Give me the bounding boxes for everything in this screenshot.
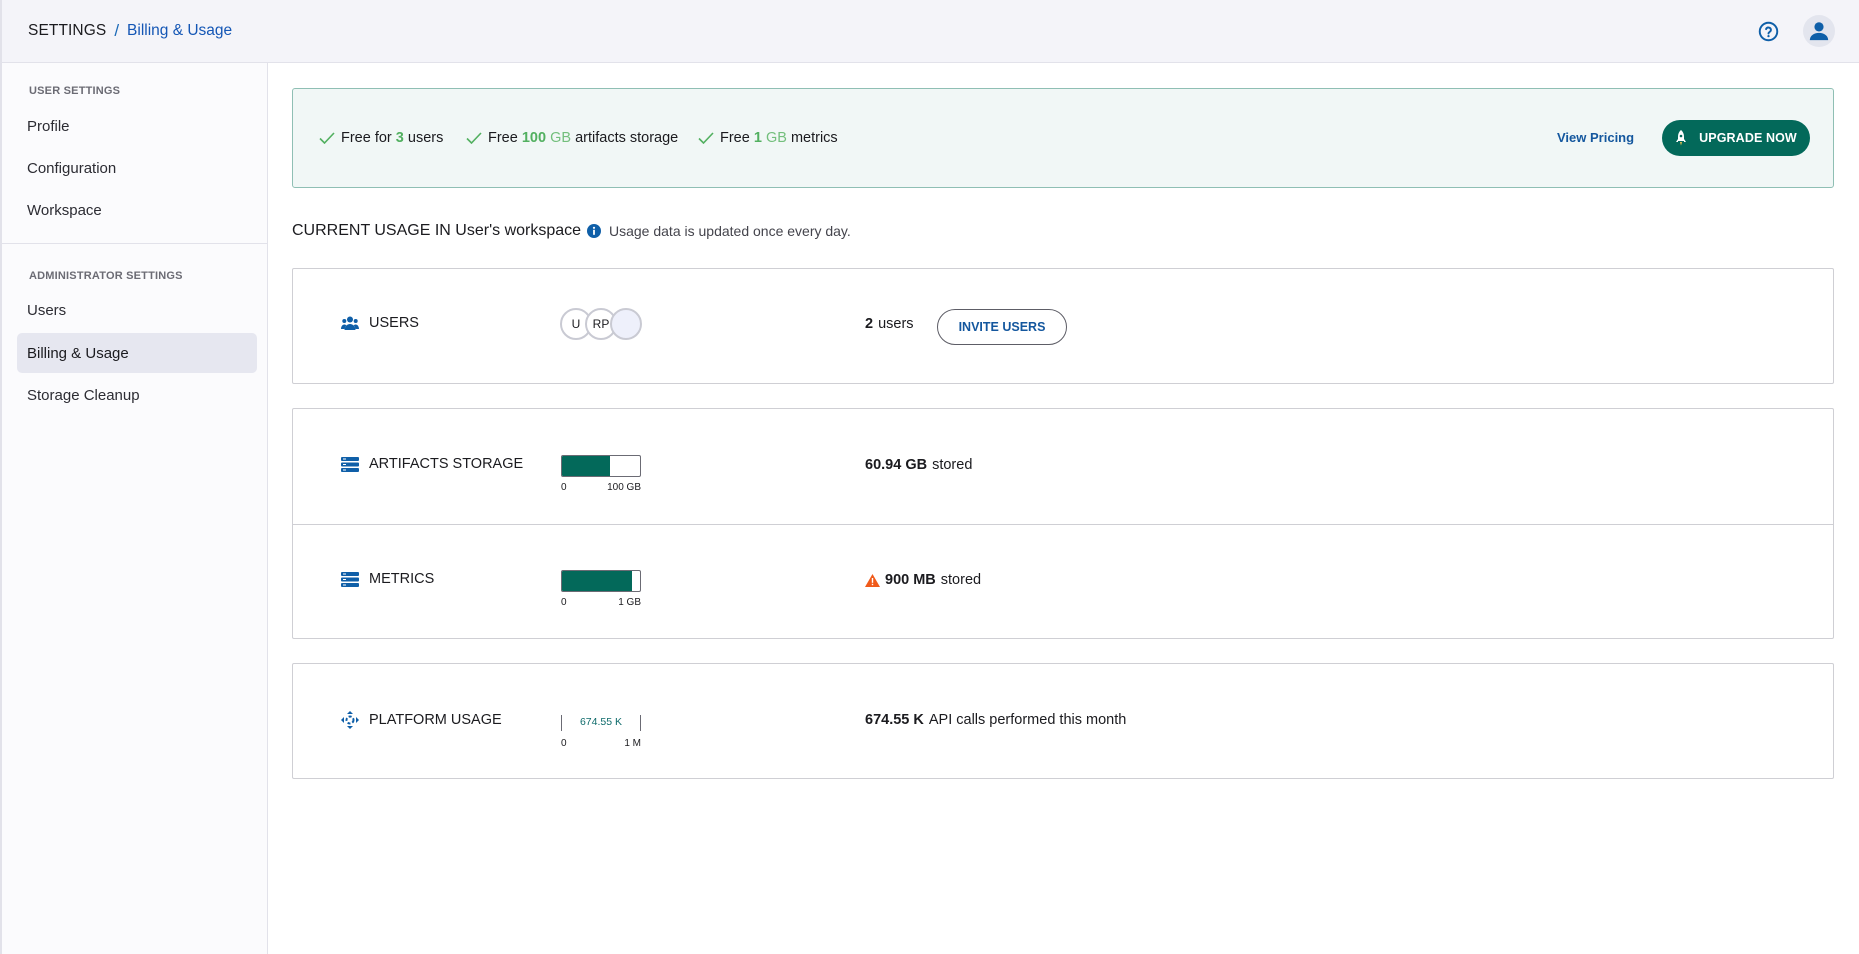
perk-text: users <box>407 130 444 146</box>
metrics-row: METRICS 0 1 GB 900 MB stored <box>293 525 1833 640</box>
perk-artifacts-storage: Free 100 GB artifacts storage <box>466 130 678 146</box>
platform-value-amount: 674.55 K <box>865 712 924 728</box>
help-button[interactable] <box>1758 21 1779 42</box>
user-avatar-button[interactable] <box>1803 15 1835 47</box>
perk-text: Free <box>488 130 518 146</box>
sidebar-item-configuration[interactable]: Configuration <box>17 148 257 188</box>
metrics-value-amount: 900 MB <box>885 572 936 588</box>
users-count-value: 2 <box>865 316 874 332</box>
perk-highlight: 3 <box>395 130 404 146</box>
scale-value-label: 674.55 K <box>579 716 623 728</box>
progress-fill <box>562 571 633 591</box>
user-avatar-empty <box>610 308 642 340</box>
bar-max-label: 100 GB <box>607 482 641 493</box>
sidebar-item-users[interactable]: Users <box>17 290 257 330</box>
top-bar: SETTINGS / Billing & Usage <box>0 0 1859 63</box>
users-count: 2 users <box>865 316 914 332</box>
perk-unit: GB <box>550 130 572 146</box>
artifacts-storage-row: ARTIFACTS STORAGE 0 100 GB 60.94 GB stor… <box>293 409 1833 524</box>
sidebar-item-workspace[interactable]: Workspace <box>17 190 257 230</box>
metrics-label-text: METRICS <box>369 571 435 587</box>
perk-unit: GB <box>765 130 787 146</box>
sidebar-item-billing-usage[interactable]: Billing & Usage <box>17 333 257 373</box>
warning-icon <box>865 573 880 587</box>
artifacts-storage-value: 60.94 GB stored <box>865 457 972 473</box>
usage-info-note: Usage data is updated once every day. <box>587 223 851 239</box>
upgrade-now-label: UPGRADE NOW <box>1699 131 1797 145</box>
metrics-value-suffix: stored <box>940 572 982 588</box>
platform-usage-label-text: PLATFORM USAGE <box>369 712 502 728</box>
invite-users-button[interactable]: INVITE USERS <box>937 309 1067 345</box>
bar-min-label: 0 <box>561 597 567 608</box>
users-label: USERS <box>341 315 419 331</box>
user-icon <box>1809 22 1829 41</box>
bar-min-label: 0 <box>561 482 567 493</box>
artifacts-storage-label-text: ARTIFACTS STORAGE <box>369 456 524 472</box>
artifacts-value-suffix: stored <box>932 457 973 473</box>
metrics-bar: 0 1 GB <box>561 570 641 608</box>
storage-icon <box>341 456 359 472</box>
perk-text: Free for <box>341 130 392 146</box>
perk-highlight: 100 <box>521 130 547 146</box>
platform-usage-card: PLATFORM USAGE 674.55 K 0 1 M 674.55 K A… <box>292 663 1834 779</box>
platform-usage-scale: 674.55 K 0 1 M <box>561 715 641 749</box>
metrics-label: METRICS <box>341 571 434 587</box>
current-usage-title: CURRENT USAGE IN User's workspace <box>292 222 582 239</box>
rocket-icon <box>1676 130 1687 146</box>
progress-fill <box>562 456 610 476</box>
storage-metrics-card: ARTIFACTS STORAGE 0 100 GB 60.94 GB stor… <box>292 408 1834 639</box>
info-icon <box>587 224 601 238</box>
users-card: USERS U RP 2 users INVITE USERS <box>292 268 1834 384</box>
help-circle-icon <box>1758 21 1779 42</box>
check-icon <box>466 132 482 144</box>
bar-min-label: 0 <box>561 738 567 749</box>
check-icon <box>319 132 335 144</box>
perk-highlight: 1 <box>753 130 762 146</box>
breadcrumb-current: Billing & Usage <box>127 22 233 39</box>
bar-ticks: 0 100 GB <box>561 482 641 493</box>
sidebar-section-user-settings: USER SETTINGS <box>29 85 121 97</box>
progress-track <box>561 570 641 592</box>
breadcrumb-separator: / <box>114 21 120 40</box>
breadcrumb: SETTINGS / Billing & Usage <box>28 21 232 41</box>
scale-track: 674.55 K <box>561 715 641 731</box>
platform-value-suffix: API calls performed this month <box>928 712 1127 728</box>
upgrade-now-button[interactable]: UPGRADE NOW <box>1662 120 1810 156</box>
sidebar: USER SETTINGS Profile Configuration Work… <box>0 63 268 954</box>
bar-max-label: 1 GB <box>618 597 641 608</box>
artifacts-storage-label: ARTIFACTS STORAGE <box>341 456 523 472</box>
perk-text: metrics <box>790 130 838 146</box>
artifacts-value-amount: 60.94 GB <box>865 457 928 473</box>
users-label-text: USERS <box>369 315 419 331</box>
breadcrumb-settings[interactable]: SETTINGS <box>28 22 106 40</box>
platform-usage-label: PLATFORM USAGE <box>341 711 502 729</box>
platform-icon <box>341 711 359 729</box>
sidebar-divider <box>2 243 268 244</box>
perk-text: Free <box>720 130 750 146</box>
sidebar-section-administrator-settings: ADMINISTRATOR SETTINGS <box>29 270 183 282</box>
sidebar-item-profile[interactable]: Profile <box>17 106 257 146</box>
users-count-suffix: users <box>878 316 914 332</box>
perk-metrics: Free 1 GB metrics <box>698 130 838 146</box>
progress-track <box>561 455 641 477</box>
sidebar-item-storage-cleanup[interactable]: Storage Cleanup <box>17 375 257 415</box>
storage-icon <box>341 571 359 587</box>
info-note-text: Usage data is updated once every day. <box>609 223 851 239</box>
bar-max-label: 1 M <box>624 738 641 749</box>
perk-users: Free for 3 users <box>319 130 443 146</box>
platform-usage-value: 674.55 K API calls performed this month <box>865 712 1126 728</box>
check-icon <box>698 132 714 144</box>
view-pricing-link[interactable]: View Pricing <box>1557 130 1634 145</box>
artifacts-storage-bar: 0 100 GB <box>561 455 641 493</box>
free-plan-banner: Free for 3 users Free 100 GB artifacts s… <box>292 88 1834 188</box>
bar-ticks: 0 1 GB <box>561 597 641 608</box>
metrics-value: 900 MB stored <box>865 572 981 588</box>
perk-text: artifacts storage <box>575 130 679 146</box>
users-group-icon <box>341 316 359 330</box>
user-avatars: U RP <box>560 308 642 340</box>
bar-ticks: 0 1 M <box>561 738 641 749</box>
